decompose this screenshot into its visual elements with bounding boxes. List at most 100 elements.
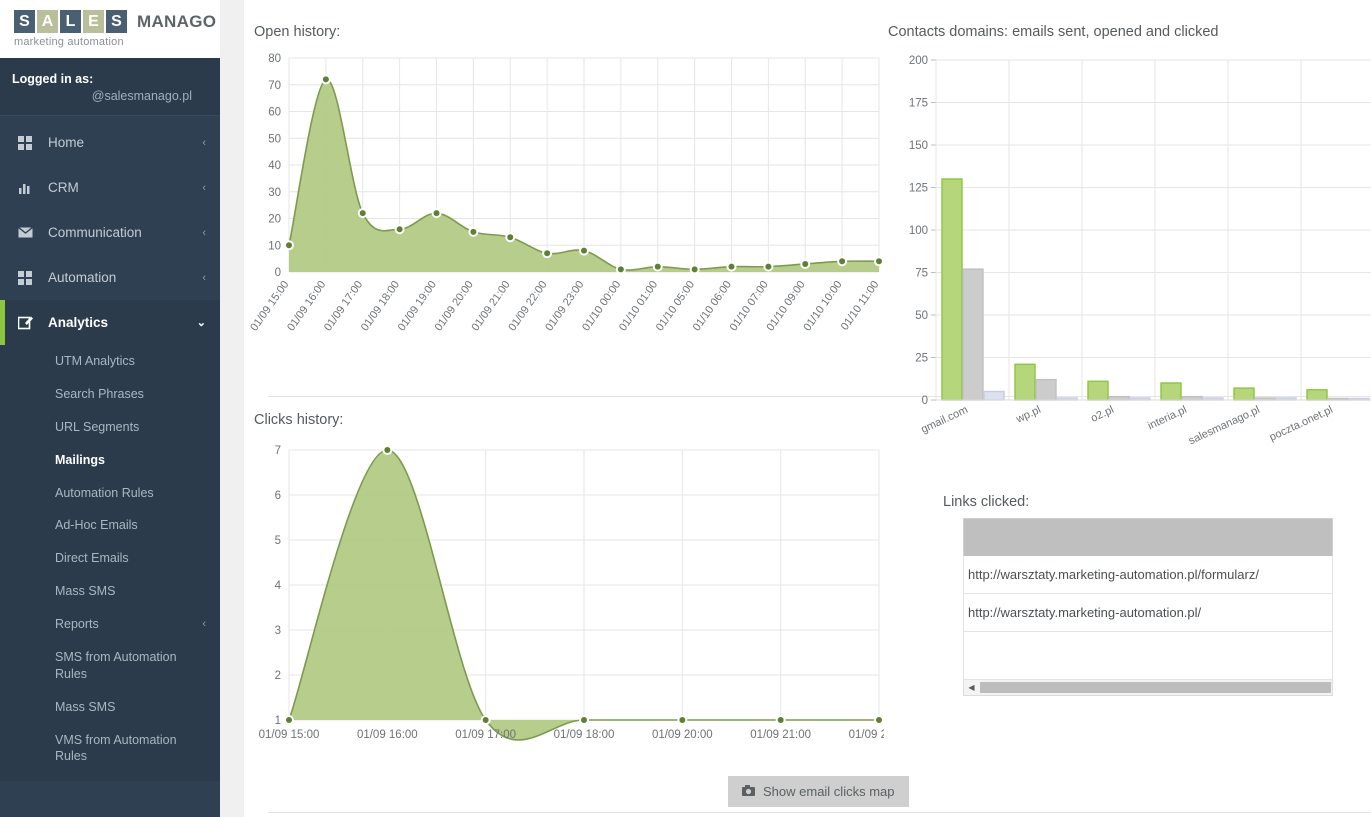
- links-table-header: [963, 518, 1333, 556]
- logo-tile-s2: S: [106, 10, 127, 33]
- svg-text:poczta.onet.pl: poczta.onet.pl: [1268, 404, 1335, 444]
- sub-item-label: URL Segments: [55, 419, 140, 434]
- sub-item-label: Search Phrases: [55, 386, 144, 401]
- sidebar-item-search-phrases[interactable]: Search Phrases: [0, 378, 220, 411]
- svg-text:1: 1: [275, 715, 281, 727]
- links-horizontal-scrollbar[interactable]: ◀: [963, 680, 1333, 696]
- sidebar-item-sms-from-automation-rules[interactable]: SMS from Automation Rules: [0, 641, 220, 691]
- svg-text:200: 200: [909, 55, 928, 67]
- svg-text:70: 70: [268, 80, 281, 92]
- svg-text:150: 150: [909, 140, 928, 152]
- svg-text:6: 6: [275, 490, 281, 502]
- svg-text:salesmanago.pl: salesmanago.pl: [1187, 404, 1262, 447]
- svg-text:60: 60: [268, 107, 281, 119]
- contacts-domains-chart[interactable]: 0 25 50 75 100 125 150 175 200 gmail.com wp.pl o2.p…: [888, 40, 1371, 480]
- sidebar-item-vms-from-automation-rules[interactable]: VMS from Automation Rules: [0, 724, 220, 774]
- grid-icon: [18, 135, 38, 150]
- sub-item-label: Ad-Hoc Emails: [55, 518, 138, 533]
- sidebar-item-utm-analytics[interactable]: UTM Analytics: [0, 345, 220, 378]
- svg-text:01/09 15:00: 01/09 15:00: [259, 729, 320, 741]
- logged-in-block: Logged in as: @salesmanago.pl: [0, 58, 220, 116]
- svg-text:5: 5: [275, 535, 281, 547]
- svg-text:175: 175: [909, 98, 928, 110]
- sub-item-label: Mass SMS: [55, 699, 116, 714]
- chevron-left-icon: ‹: [202, 181, 206, 194]
- sidebar-item-mailings[interactable]: Mailings: [0, 444, 220, 477]
- sub-item-label: UTM Analytics: [55, 354, 135, 368]
- chevron-left-icon: ‹: [202, 136, 206, 149]
- logo-tile-e: E: [83, 10, 104, 33]
- scrollbar-thumb[interactable]: [980, 682, 1331, 693]
- content-panel: Open history: 0 10 20 30 40 50 60 70 80 01/09 15:…: [244, 0, 1371, 817]
- sidebar-item-reports[interactable]: Reports ‹: [0, 608, 220, 641]
- sub-item-label: VMS from Automation Rules: [55, 732, 177, 764]
- app-root: S A L E S MANAGO marketing automation Lo…: [0, 0, 1371, 817]
- analytics-submenu: UTM Analytics Search Phrases URL Segment…: [0, 345, 220, 782]
- camera-icon: [742, 784, 755, 799]
- sidebar-item-direct-emails[interactable]: Direct Emails: [0, 542, 220, 575]
- sidebar-item-url-segments[interactable]: URL Segments: [0, 411, 220, 444]
- svg-text:wp.pl: wp.pl: [1014, 404, 1043, 426]
- list-item[interactable]: http://warsztaty.marketing-automation.pl…: [963, 594, 1333, 632]
- envelope-icon: [18, 227, 38, 238]
- sub-item-label: Direct Emails: [55, 551, 129, 566]
- open-history-title: Open history:: [254, 24, 341, 40]
- bar-chart-icon: [18, 181, 38, 195]
- sidebar-item-label: Automation: [48, 270, 117, 285]
- logo-tiles: S A L E S MANAGO: [14, 10, 220, 33]
- svg-text:0: 0: [275, 267, 281, 279]
- svg-text:01/09 21:00: 01/09 21:00: [750, 729, 811, 741]
- svg-text:10: 10: [268, 240, 281, 252]
- chevron-left-icon: ‹: [202, 271, 206, 284]
- sidebar-item-ad-hoc-emails[interactable]: Ad-Hoc Emails: [0, 509, 220, 542]
- sub-item-label: Mass SMS: [55, 584, 116, 599]
- svg-text:25: 25: [915, 353, 928, 365]
- svg-text:0: 0: [922, 395, 928, 407]
- sidebar-item-mass-sms-1[interactable]: Mass SMS: [0, 575, 220, 608]
- account-name: @salesmanago.pl: [91, 89, 192, 103]
- svg-text:50: 50: [268, 133, 281, 145]
- svg-text:01/09 23:00: 01/09 23:00: [849, 729, 884, 741]
- sidebar-item-home[interactable]: Home ‹: [0, 120, 220, 165]
- svg-text:01/09 20:00: 01/09 20:00: [652, 729, 713, 741]
- svg-text:80: 80: [268, 53, 281, 65]
- contacts-domains-title: Contacts domains: emails sent, opened an…: [888, 24, 1219, 40]
- logo-tile-a: A: [37, 10, 58, 33]
- svg-text:gmail.com: gmail.com: [919, 404, 970, 436]
- show-email-clicks-map-button[interactable]: Show email clicks map: [728, 776, 909, 807]
- sub-item-label: Mailings: [55, 452, 106, 467]
- main-area: Open history: 0 10 20 30 40 50 60 70 80 01/09 15:…: [220, 0, 1371, 817]
- sidebar-item-automation-rules[interactable]: Automation Rules: [0, 477, 220, 510]
- clicks-history-chart[interactable]: 1 2 3 4 5 6 7 01/09 15:00 01/09 16:00 01/09 17:00…: [244, 436, 884, 766]
- svg-text:01/09 17:00: 01/09 17:00: [455, 729, 516, 741]
- brand-logo[interactable]: S A L E S MANAGO marketing automation: [0, 0, 220, 58]
- sidebar-item-communication[interactable]: Communication ‹: [0, 210, 220, 255]
- svg-text:o2.pl: o2.pl: [1089, 404, 1116, 425]
- pencil-square-icon: [18, 315, 38, 330]
- sidebar-item-label: Analytics: [48, 315, 109, 330]
- svg-text:40: 40: [268, 160, 281, 172]
- list-item[interactable]: http://warsztaty.marketing-automation.pl…: [963, 556, 1333, 594]
- svg-text:interia.pl: interia.pl: [1146, 404, 1189, 432]
- svg-text:01/09 18:00: 01/09 18:00: [554, 729, 615, 741]
- sidebar-item-label: Home: [48, 135, 85, 150]
- grid-icon: [18, 270, 38, 285]
- sidebar-item-analytics[interactable]: Analytics ⌄: [0, 300, 220, 345]
- svg-text:30: 30: [268, 187, 281, 199]
- svg-text:75: 75: [915, 268, 928, 280]
- sidebar-item-label: CRM: [48, 180, 79, 195]
- sidebar-item-mass-sms-2[interactable]: Mass SMS: [0, 691, 220, 724]
- svg-text:20: 20: [268, 214, 281, 226]
- open-history-chart[interactable]: 0102030405060708001/09 15:0001/09 16:000…: [244, 44, 884, 364]
- chevron-left-icon: ‹: [202, 226, 206, 239]
- svg-text:2: 2: [275, 670, 281, 682]
- logo-tile-s1: S: [14, 10, 35, 33]
- logo-tile-l: L: [60, 10, 81, 33]
- svg-text:50: 50: [915, 310, 928, 322]
- scroll-left-arrow-icon[interactable]: ◀: [964, 680, 979, 695]
- sidebar-item-automation[interactable]: Automation ‹: [0, 255, 220, 300]
- primary-nav: Home ‹ CRM ‹ Communication ‹ Automation …: [0, 116, 220, 782]
- logged-in-label: Logged in as:: [12, 72, 94, 86]
- sub-item-label: SMS from Automation Rules: [55, 649, 177, 681]
- sidebar-item-crm[interactable]: CRM ‹: [0, 165, 220, 210]
